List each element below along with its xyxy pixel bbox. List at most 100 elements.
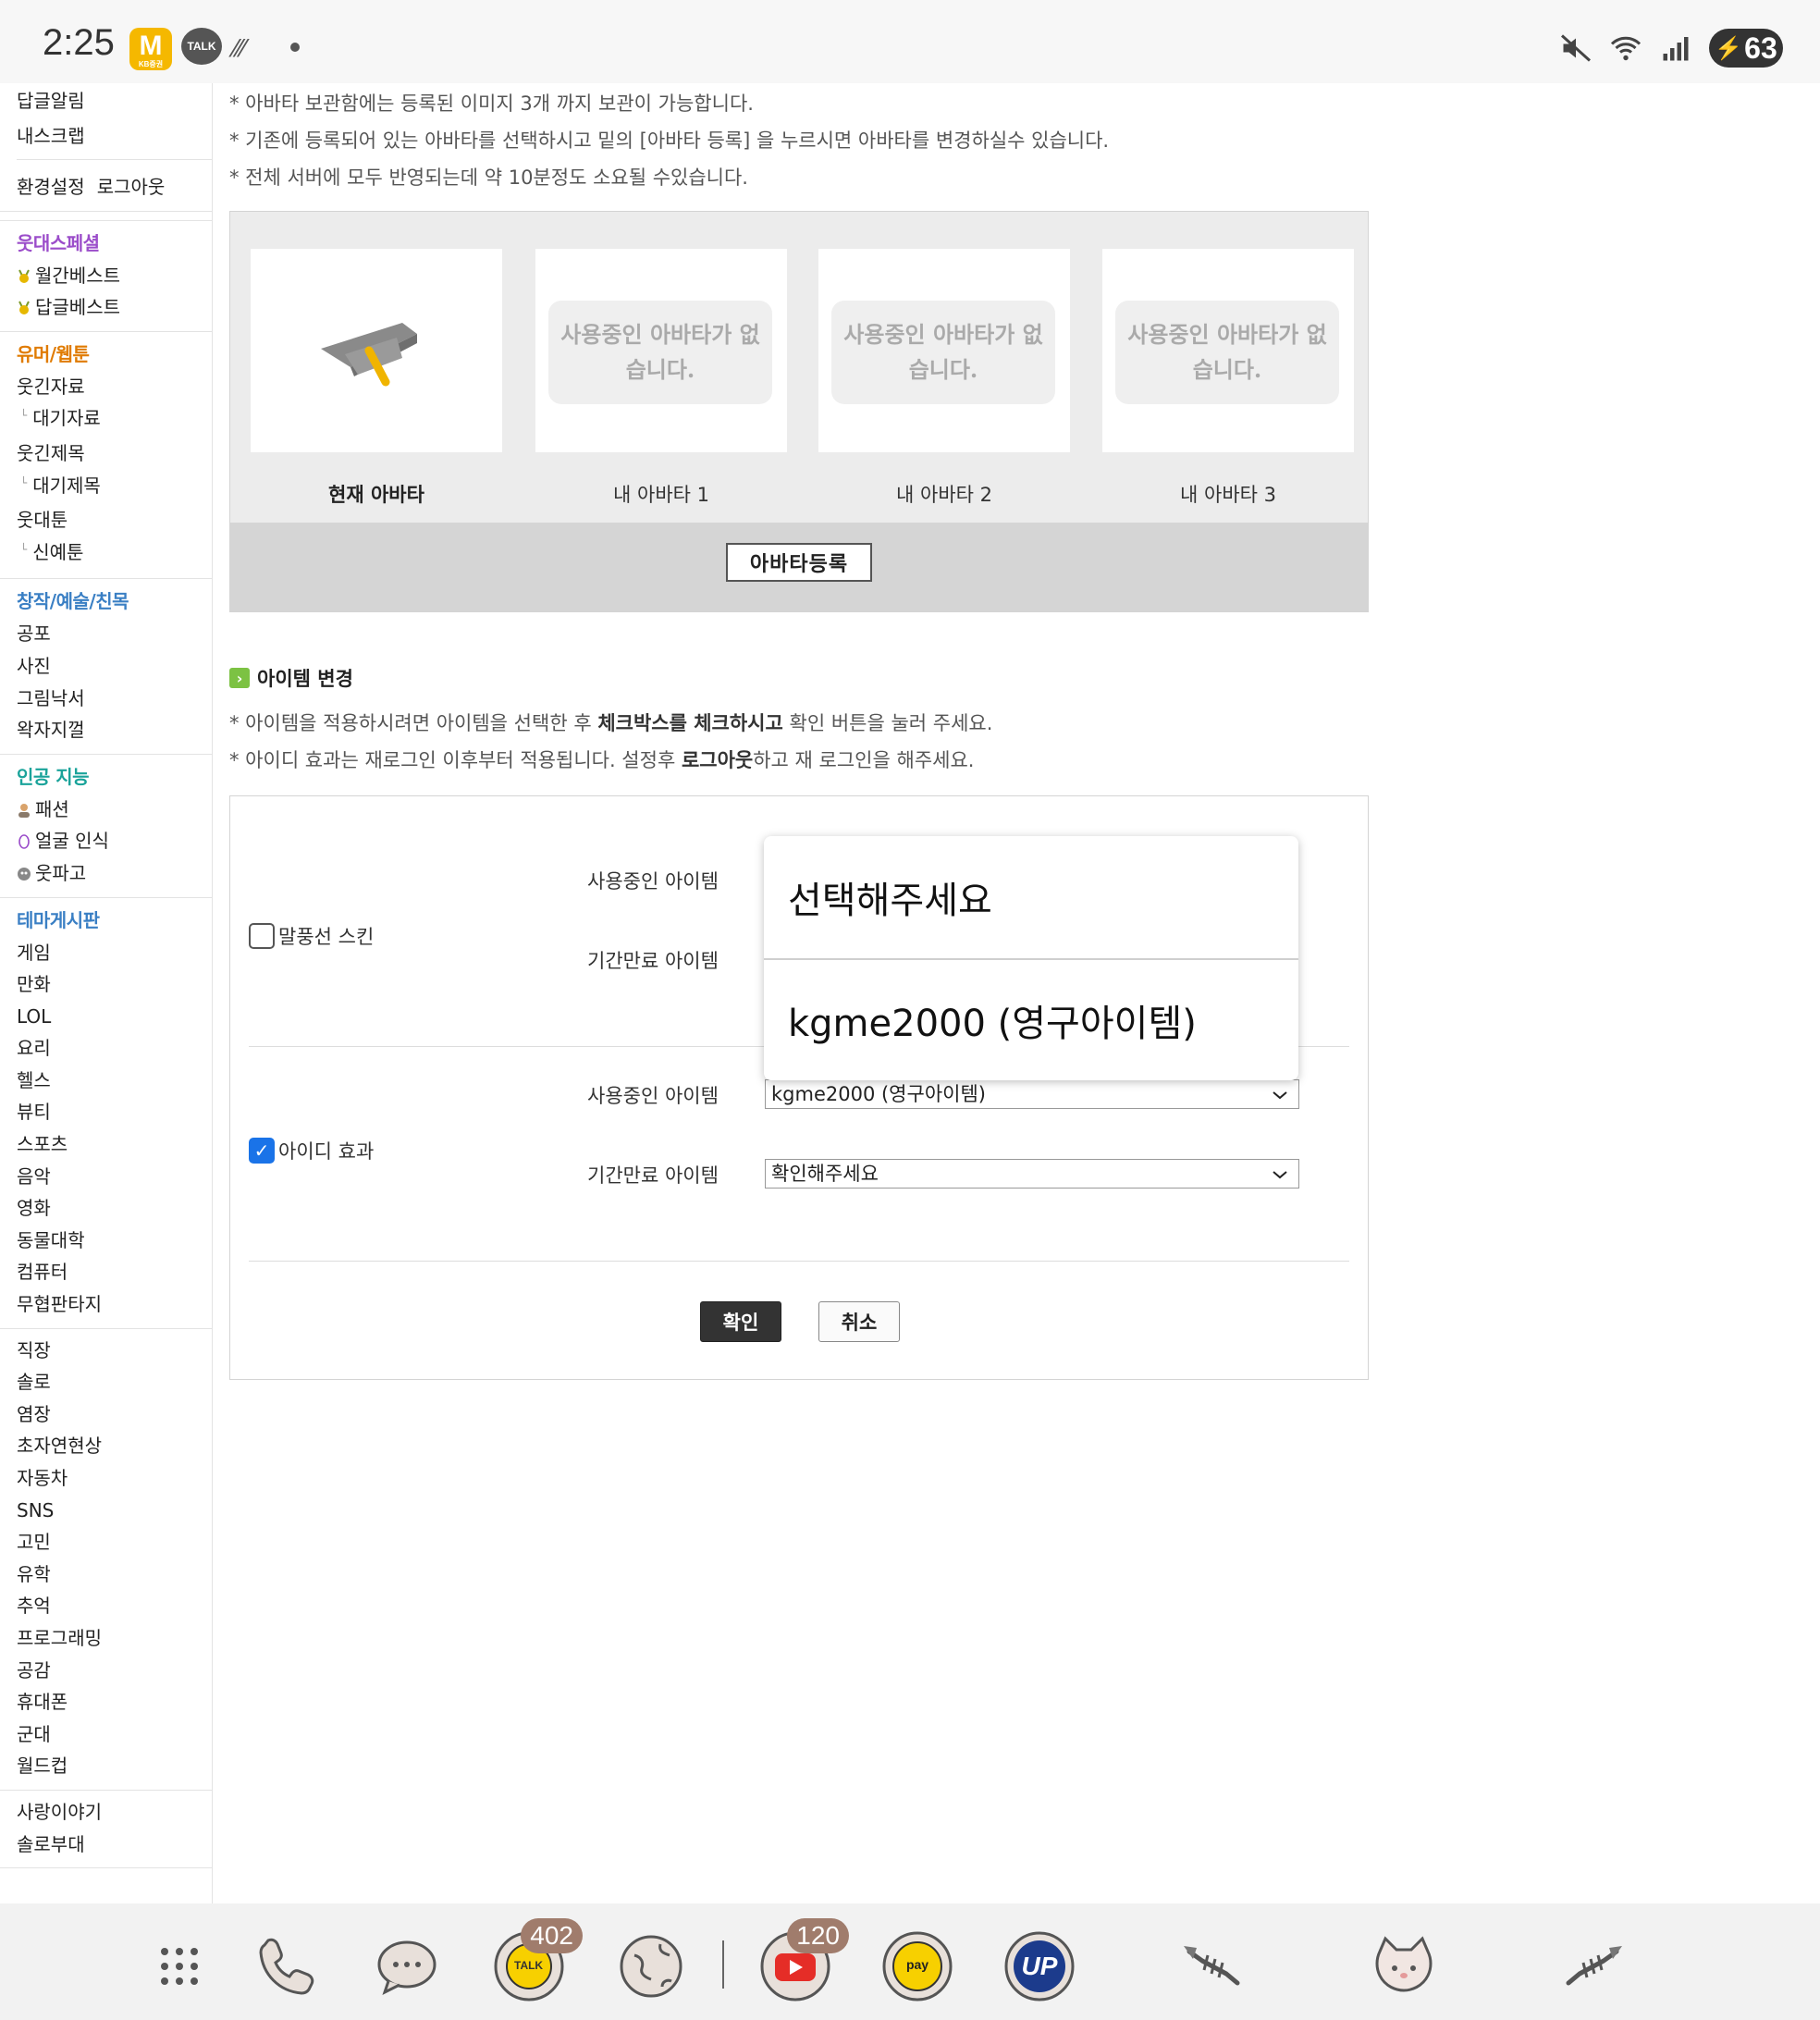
sidebar-item[interactable]: 사진 — [17, 650, 212, 683]
sidebar-item-label: 사랑이야기 — [17, 1800, 102, 1823]
sidebar-item[interactable]: 공감 — [17, 1655, 212, 1687]
sidebar-item-my-scrap[interactable]: 내스크랩 — [17, 118, 212, 154]
sidebar-item[interactable]: 초자연현상 — [17, 1430, 212, 1462]
sidebar-item[interactable]: 웃파고 — [17, 857, 212, 890]
dropdown-option[interactable]: 선택해주세요 — [764, 836, 1298, 958]
sidebar-item[interactable]: 웃긴자료 — [17, 371, 212, 403]
sidebar-item[interactable]: 염장 — [17, 1398, 212, 1431]
expired-item-select[interactable]: 확인해주세요 — [765, 1159, 1299, 1189]
sidebar-item[interactable]: 유학 — [17, 1558, 212, 1591]
sidebar-item[interactable]: 대기자료 — [17, 402, 212, 437]
sidebar-item[interactable]: 솔로부대 — [17, 1829, 212, 1861]
id-effect-checkbox[interactable]: ✓ — [249, 1138, 275, 1164]
sidebar-group: 웃대스페셜월간베스트답글베스트 — [0, 221, 212, 332]
sidebar-item-label: 프로그래밍 — [17, 1626, 102, 1649]
sidebar-item[interactable]: 스포츠 — [17, 1128, 212, 1161]
speech-bubble-skin-checkbox-row[interactable]: 말풍선 스킨 — [249, 922, 374, 950]
sidebar-item[interactable]: 고민 — [17, 1526, 212, 1558]
sidebar-item[interactable]: 솔로 — [17, 1366, 212, 1398]
avatar-slot-2[interactable]: 사용중인 아바타가 없습니다. — [818, 249, 1070, 452]
item-section-title-text: 아이템 변경 — [257, 668, 353, 690]
taskbar: TALK 402 120 pay UP — [0, 1903, 1820, 2020]
sidebar-item[interactable]: 추억 — [17, 1590, 212, 1622]
phone-icon[interactable] — [252, 1931, 322, 2002]
clock: 2:25 — [43, 22, 115, 63]
sidebar-item[interactable]: LOL — [17, 1001, 212, 1033]
robot-icon — [17, 862, 35, 884]
sidebar-item[interactable]: 헬스 — [17, 1065, 212, 1097]
sidebar-item[interactable]: 월간베스트 — [17, 260, 212, 292]
sidebar-item[interactable]: 월드컵 — [17, 1750, 212, 1782]
sidebar-item-label: 유학 — [17, 1562, 51, 1585]
settings-link[interactable]: 환경설정 — [17, 176, 85, 198]
current-avatar-card[interactable] — [251, 249, 502, 452]
sidebar-item-label: 공포 — [17, 622, 51, 646]
sidebar-group-title[interactable]: 유머/웹툰 — [17, 338, 212, 371]
sidebar-item[interactable]: 만화 — [17, 968, 212, 1001]
sidebar-group-title[interactable]: 인공 지능 — [17, 760, 212, 794]
empty-avatar-message: 사용중인 아바타가 없습니다. — [831, 301, 1055, 404]
dropdown-option[interactable]: kgme2000 (영구아이템) — [764, 958, 1298, 1080]
youtube-app[interactable]: 120 — [760, 1918, 849, 2002]
browser-globe-icon[interactable] — [616, 1931, 686, 2002]
sidebar-item[interactable]: 게임 — [17, 937, 212, 969]
app-drawer-icon[interactable] — [144, 1931, 215, 2002]
sidebar-item[interactable]: 동물대학 — [17, 1225, 212, 1257]
avatar-slot-3[interactable]: 사용중인 아바타가 없습니다. — [1102, 249, 1354, 452]
sidebar-item[interactable]: 직장 — [17, 1335, 212, 1367]
sidebar-item[interactable]: 그림낙서 — [17, 683, 212, 715]
sidebar-item[interactable]: 컴퓨터 — [17, 1256, 212, 1288]
messages-icon[interactable] — [372, 1931, 442, 2002]
in-use-item-label: 사용중인 아이템 — [587, 870, 719, 893]
sidebar-group-title[interactable]: 웃대스페셜 — [17, 227, 212, 260]
sidebar-item[interactable]: 웃긴제목 — [17, 437, 212, 470]
sidebar-item[interactable]: SNS — [17, 1495, 212, 1527]
sidebar-item[interactable]: 뷰티 — [17, 1096, 212, 1128]
sidebar-item[interactable]: 군대 — [17, 1718, 212, 1751]
upbit-app[interactable]: UP — [1004, 1931, 1075, 2002]
sidebar-item[interactable]: 신예툰 — [17, 536, 212, 572]
sidebar-spacer — [0, 212, 212, 221]
sidebar-item[interactable]: 요리 — [17, 1032, 212, 1065]
sidebar-item-label: 웃파고 — [35, 861, 87, 884]
sidebar-item[interactable]: 사랑이야기 — [17, 1796, 212, 1829]
item-note: * 아이디 효과는 재로그인 이후부터 적용됩니다. 설정후 로그아웃하고 재 … — [229, 749, 975, 771]
logout-link[interactable]: 로그아웃 — [97, 176, 166, 198]
sidebar-item[interactable]: 프로그래밍 — [17, 1622, 212, 1655]
confirm-button[interactable]: 확인 — [700, 1301, 781, 1342]
sidebar-item-label: 월간베스트 — [35, 264, 120, 287]
avatar-note: * 아바타 보관함에는 등록된 이미지 3개 까지 보관이 가능합니다. — [229, 92, 754, 115]
sidebar-item-reply-alert[interactable]: 답글알림 — [17, 83, 212, 118]
sidebar-group-title[interactable]: 창작/예술/친목 — [17, 585, 212, 618]
sidebar-item[interactable]: 휴대폰 — [17, 1686, 212, 1718]
kakaopay-app[interactable]: pay — [882, 1931, 953, 2002]
sidebar-item[interactable]: 패션 — [17, 794, 212, 826]
sidebar-groups: 웃대스페셜월간베스트답글베스트유머/웹툰웃긴자료대기자료웃긴제목대기제목웃대툰신… — [0, 221, 212, 1869]
avatar-slot-1[interactable]: 사용중인 아바타가 없습니다. — [535, 249, 787, 452]
sidebar-item[interactable]: 얼굴 인식 — [17, 825, 212, 857]
sidebar-item[interactable]: 대기제목 — [17, 470, 212, 505]
sidebar-item[interactable]: 자동차 — [17, 1462, 212, 1495]
sidebar-item[interactable]: 영화 — [17, 1192, 212, 1225]
cat-face-icon[interactable] — [1369, 1931, 1439, 2002]
sidebar-item[interactable]: 음악 — [17, 1161, 212, 1193]
register-avatar-button[interactable]: 아바타등록 — [726, 543, 872, 582]
id-effect-checkbox-row[interactable]: ✓ 아이디 효과 — [249, 1137, 374, 1164]
sidebar-item[interactable]: 웃대툰 — [17, 504, 212, 536]
speech-bubble-skin-checkbox[interactable] — [249, 923, 275, 949]
avatar-slot-2-label: 내 아바타 2 — [896, 484, 992, 506]
sidebar-item-label: 뷰티 — [17, 1101, 51, 1124]
youtube-badge: 120 — [787, 1918, 849, 1953]
fish-bone-icon[interactable] — [1556, 1931, 1626, 2002]
sidebar-item[interactable]: 무협판타지 — [17, 1288, 212, 1321]
sidebar-item[interactable]: 공포 — [17, 618, 212, 650]
sidebar-item-label: 웃긴자료 — [17, 375, 85, 398]
cancel-button[interactable]: 취소 — [818, 1301, 900, 1342]
sidebar-group-title[interactable]: 테마게시판 — [17, 904, 212, 937]
status-bar: 2:25 M KB증권 TALK ⁄⁄⁄ ⚡ 63 — [0, 0, 1820, 83]
sidebar-item[interactable]: 답글베스트 — [17, 291, 212, 324]
fish-bone-icon[interactable] — [1180, 1931, 1250, 2002]
sidebar-item[interactable]: 왁자지껄 — [17, 714, 212, 746]
kakaotalk-app[interactable]: TALK 402 — [494, 1918, 583, 2002]
in-use-item-select[interactable]: kgme2000 (영구아이템) — [765, 1079, 1299, 1109]
